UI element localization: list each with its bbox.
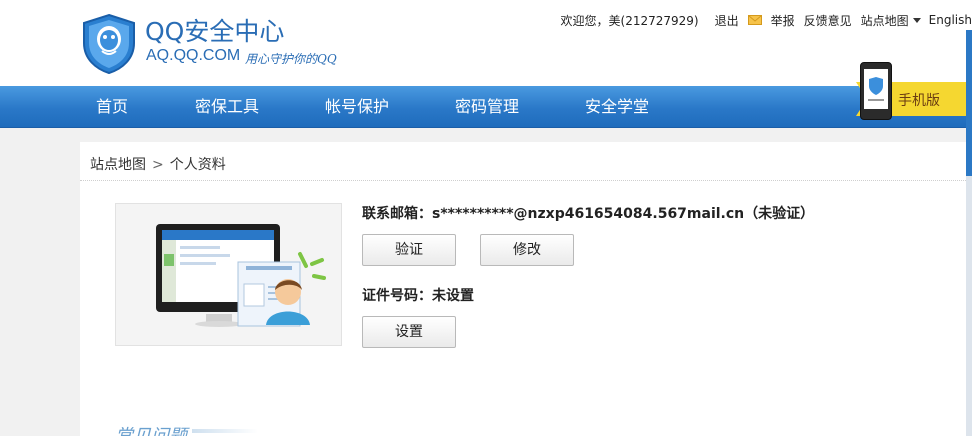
chevron-down-icon[interactable] (912, 17, 921, 23)
side-scroll-track[interactable] (966, 176, 972, 436)
modify-button[interactable]: 修改 (480, 234, 574, 266)
breadcrumb-root[interactable]: 站点地图 (90, 157, 146, 173)
nav-item-account-protection[interactable]: 帐号保护 (325, 86, 389, 128)
faq-title: 常见问题 (115, 422, 187, 436)
id-label: 证件号码： (362, 288, 432, 304)
logo-title[interactable]: QQ安全中心 (145, 12, 284, 48)
welcome-text: 欢迎您，美(212727929) (560, 13, 699, 28)
nav-item-security-tools[interactable]: 密保工具 (195, 86, 259, 128)
breadcrumb-current: 个人资料 (169, 157, 226, 173)
monitor-user-illustration-icon (156, 224, 326, 327)
nav-item-password-management[interactable]: 密码管理 (455, 86, 519, 128)
phone-icon (860, 62, 892, 120)
email-value: s**********@nzxp461654084.567mail.cn (432, 206, 745, 222)
main-nav: 首页 密保工具 帐号保护 密码管理 安全学堂 (0, 86, 972, 128)
breadcrumb-divider (80, 180, 966, 181)
verify-button[interactable]: 验证 (362, 234, 456, 266)
top-links: 欢迎您，美(212727929) 退出 举报 反馈意见 站点地图 English (561, 11, 972, 29)
breadcrumb: 站点地图 > 个人资料 (90, 154, 226, 174)
nav-item-security-school[interactable]: 安全学堂 (585, 86, 649, 128)
sitemap-link[interactable]: 站点地图 (861, 12, 909, 29)
logout-link[interactable]: 退出 (715, 12, 739, 29)
header: QQ安全中心 AQ.QQ.COM 用心守护你的QQ 欢迎您，美(21272792… (0, 0, 972, 86)
language-link[interactable]: English (929, 13, 972, 27)
id-value: 未设置 (432, 288, 474, 304)
nav-item-home[interactable]: 首页 (96, 86, 128, 128)
logo-slogan: 用心守护你的QQ (245, 52, 337, 66)
logo-domain: AQ.QQ.COM (146, 47, 241, 64)
mobile-version-badge[interactable]: 手机版 (842, 62, 972, 124)
email-status: （未验证） (744, 206, 815, 222)
breadcrumb-separator: > (152, 157, 164, 173)
qq-shield-logo-icon[interactable] (82, 13, 136, 75)
set-id-button[interactable]: 设置 (362, 316, 456, 348)
faq-divider (192, 429, 258, 433)
email-row: 联系邮箱：s**********@nzxp461654084.567mail.c… (362, 203, 814, 223)
feedback-link[interactable]: 反馈意见 (804, 12, 852, 29)
content-panel: 站点地图 > 个人资料 联系邮箱：s**********@nzxp4616540… (80, 142, 966, 436)
report-link[interactable]: 举报 (771, 12, 795, 29)
email-label: 联系邮箱： (362, 206, 432, 222)
profile-illustration (115, 203, 342, 346)
id-row: 证件号码：未设置 (362, 285, 474, 305)
mail-icon[interactable] (747, 15, 762, 25)
mobile-version-label: 手机版 (898, 93, 940, 109)
